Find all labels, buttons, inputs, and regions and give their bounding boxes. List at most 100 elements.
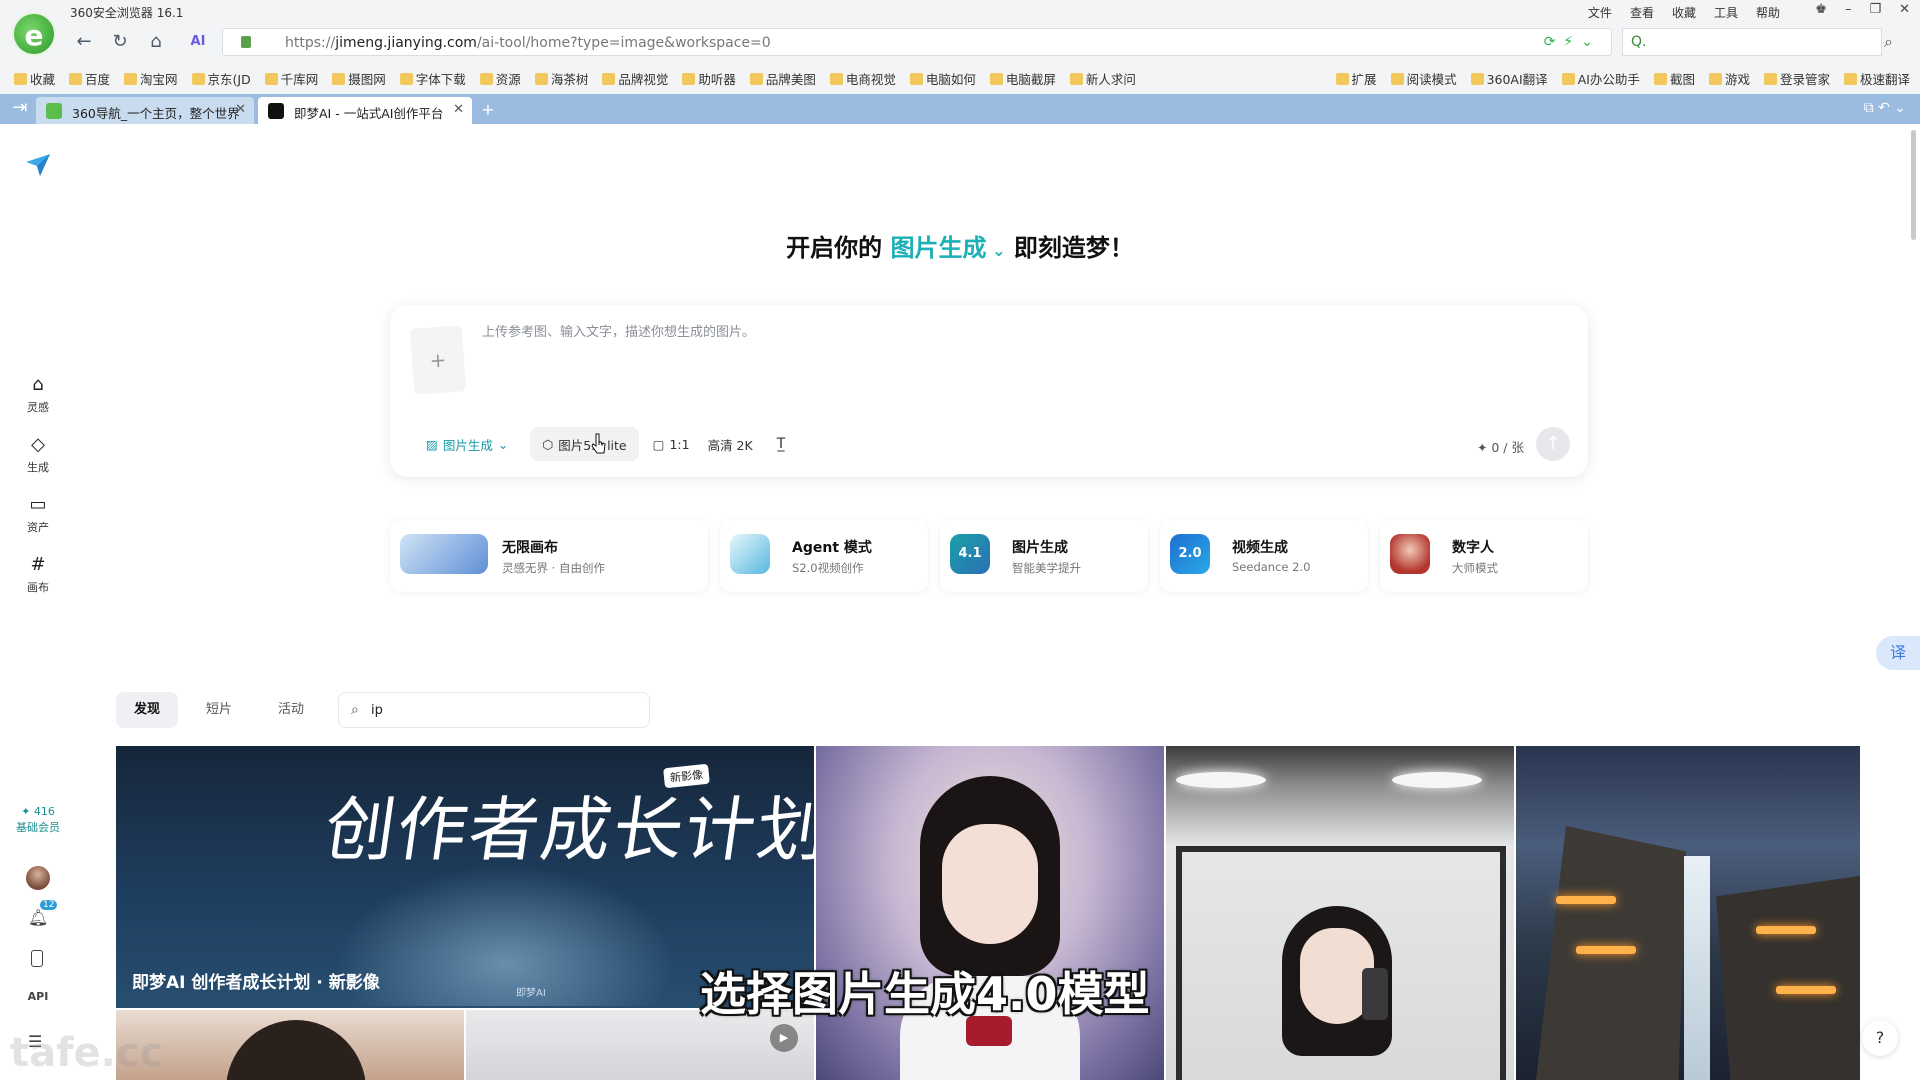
avatar[interactable] [26, 866, 50, 890]
bookmark-label: 截图 [1669, 72, 1695, 87]
send-button[interactable]: ↑ [1536, 427, 1570, 461]
feature-infinite-canvas[interactable]: 无限画布 灵感无界 · 自由创作 [390, 520, 708, 592]
model-selector[interactable]: ⬡ 图片5.0 lite [530, 427, 639, 461]
api-link[interactable]: API [0, 990, 76, 1003]
bookmark-item[interactable]: 品牌视觉 [602, 69, 668, 88]
tab-shorts[interactable]: 短片 [188, 692, 250, 728]
bookmark-item[interactable]: 登录管家 [1763, 69, 1830, 88]
play-icon[interactable]: ▶ [770, 1024, 798, 1052]
menu-help[interactable]: 帮助 [1756, 4, 1780, 21]
bookmark-item[interactable]: 新人求问 [1069, 69, 1136, 88]
bookmark-item[interactable]: 360AI翻译 [1470, 69, 1548, 88]
lantern-glow [1576, 946, 1636, 954]
bookmark-item[interactable]: 极速翻译 [1843, 69, 1910, 88]
bookmark-item[interactable]: 电脑截屏 [989, 69, 1056, 88]
feature-agent-mode[interactable]: Agent 模式 S2.0视频创作 [720, 520, 928, 592]
mobile-app-icon[interactable] [31, 950, 43, 967]
gallery-item-portrait[interactable] [116, 1010, 464, 1080]
scrollbar[interactable] [1911, 130, 1916, 240]
refresh-icon[interactable]: ↻ [108, 30, 132, 54]
address-bar[interactable]: https://jimeng.jianying.com/ai-tool/home… [222, 28, 1612, 56]
agent-icon [730, 534, 770, 574]
sidebar-toggle-icon[interactable]: ⇥ [8, 96, 32, 120]
video-gen-version-icon: 2.0 [1170, 534, 1210, 574]
bookmark-item[interactable]: 千库网 [264, 69, 318, 88]
bookmark-item[interactable]: AI办公助手 [1561, 69, 1640, 88]
help-icon[interactable]: ? [1862, 1020, 1898, 1056]
gallery-item-schoolgirl-portrait[interactable] [816, 746, 1164, 1080]
resolution-selector[interactable]: 高清 2K [704, 427, 757, 461]
close-window-icon[interactable]: ✕ [1899, 2, 1910, 17]
tab-discover[interactable]: 发现 [116, 692, 179, 728]
bookmark-item[interactable]: 阅读模式 [1390, 69, 1457, 88]
restore-icon[interactable]: ❐ [1869, 2, 1881, 17]
translate-icon[interactable]: 译 [1876, 636, 1920, 670]
tab-360-nav[interactable]: 360导航_一个主页，整个世界 ✕ [36, 97, 254, 124]
jimeng-favicon-icon [268, 103, 284, 119]
bookmark-item[interactable]: 截图 [1653, 69, 1695, 88]
credits-badge[interactable]: ✦ 416 基础会员 [10, 804, 66, 836]
bookmark-item[interactable]: 京东(JD [191, 69, 251, 88]
gallery-item-cliff-temple-night[interactable] [1516, 746, 1860, 1080]
discover-search[interactable]: ⌕ [338, 692, 651, 728]
browser-logo[interactable]: e [12, 12, 56, 56]
search-icon[interactable]: ⌕ [1884, 32, 1893, 52]
gallery-item-gym-selfie[interactable] [1166, 746, 1514, 1080]
sidebar-item-canvas[interactable]: # 画布 [0, 554, 76, 595]
bookmark-item[interactable]: 海茶树 [534, 69, 588, 88]
skin-icon[interactable]: ♚ [1815, 2, 1827, 17]
address-tools-icon[interactable]: ⟳⚡⌄ [1544, 34, 1601, 50]
bookmark-item[interactable]: 游戏 [1708, 69, 1750, 88]
discover-search-input[interactable] [371, 700, 632, 720]
mouse-cursor-icon [591, 433, 606, 454]
tab-tools-icon[interactable]: ⧉ ↶ ⌄ [1864, 100, 1906, 116]
menu-view[interactable]: 查看 [1630, 4, 1654, 21]
bookmark-item[interactable]: 电商视觉 [829, 69, 896, 88]
digital-human-icon [1390, 534, 1430, 574]
tab-jimeng[interactable]: 即梦AI - 一站式AI创作平台 ✕ [258, 97, 472, 124]
sidebar-item-assets[interactable]: ▭ 资产 [0, 494, 76, 535]
prompt-input[interactable]: 上传参考图、输入文字，描述你想生成的图片。 [482, 321, 755, 340]
menu-tools[interactable]: 工具 [1714, 4, 1738, 21]
bookmark-label: 游戏 [1724, 72, 1750, 87]
close-tab-icon[interactable]: ✕ [235, 102, 246, 117]
chevron-down-icon: ⌄ [497, 436, 509, 452]
bookmark-item[interactable]: 扩展 [1335, 69, 1377, 88]
sidebar-item-inspiration[interactable]: ⌂ 灵感 [0, 374, 76, 415]
aspect-ratio-selector[interactable]: ▢ 1:1 [649, 427, 694, 461]
watermark: tafe.cc [10, 1030, 164, 1076]
tab-events[interactable]: 活动 [260, 692, 322, 728]
menu-file[interactable]: 文件 [1588, 4, 1612, 21]
generation-type-dropdown[interactable]: 图片生成 ⌄ [891, 234, 1006, 262]
menu-favorites[interactable]: 收藏 [1672, 4, 1696, 21]
back-icon[interactable]: ← [72, 30, 96, 54]
bookmark-item[interactable]: 品牌美图 [749, 69, 816, 88]
mode-dropdown[interactable]: ▨ 图片生成 ⌄ [414, 427, 520, 461]
bookmark-item[interactable]: 助听器 [682, 69, 736, 88]
bookmark-item[interactable]: 淘宝网 [124, 69, 178, 88]
bookmark-item[interactable]: 字体下载 [399, 69, 466, 88]
notification-bell-icon[interactable]: 🔔︎ 12 [28, 900, 58, 927]
feature-digital-human[interactable]: 数字人 大师模式 [1380, 520, 1588, 592]
bookmark-item[interactable]: 百度 [69, 69, 110, 88]
bookmark-item[interactable]: 摄图网 [332, 69, 386, 88]
text-style-icon[interactable]: T̲ [767, 427, 796, 461]
bookmark-item[interactable]: 电脑如何 [909, 69, 976, 88]
bookmarks-right: 扩展 阅读模式 360AI翻译 AI办公助手 截图 游戏 登录管家 极速翻译 [1335, 69, 1910, 88]
close-tab-icon[interactable]: ✕ [453, 102, 464, 117]
ai-assistant-icon[interactable]: AI [186, 30, 210, 54]
home-browser-icon[interactable]: ⌂ [144, 30, 168, 54]
jimeng-logo-icon[interactable] [24, 152, 52, 178]
browser-search-box[interactable]: Q. [1622, 28, 1882, 56]
new-tab-icon[interactable]: + [478, 100, 498, 120]
bookmark-item[interactable]: 资源 [479, 69, 521, 88]
bookmark-item[interactable]: 收藏 [14, 69, 55, 88]
feature-video-generation[interactable]: 2.0 视频生成 Seedance 2.0 [1160, 520, 1368, 592]
feature-image-generation[interactable]: 4.1 图片生成 智能美学提升 [940, 520, 1148, 592]
url-text[interactable]: https://jimeng.jianying.com/ai-tool/home… [285, 35, 771, 51]
ceiling-lamp [1392, 772, 1482, 788]
upload-reference-button[interactable]: + [409, 325, 467, 395]
sidebar-item-generate[interactable]: ◇ 生成 [0, 434, 76, 475]
minimize-icon[interactable]: – [1845, 2, 1852, 17]
square-icon: ▢ [652, 436, 665, 452]
